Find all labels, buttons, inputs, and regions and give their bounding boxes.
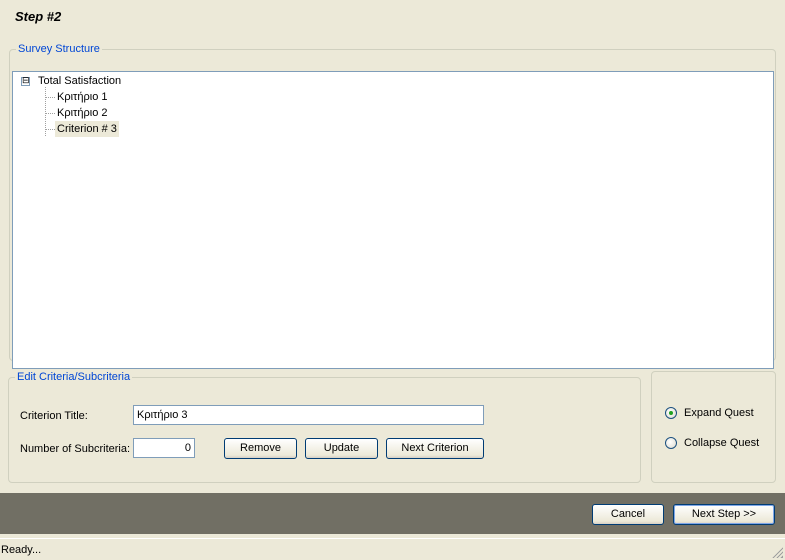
tree-child-label: Κριτήριο 2 <box>57 107 108 119</box>
tree-root-label: Total Satisfaction <box>38 75 122 87</box>
view-options-group: Expand Quest Collapse Quest <box>651 371 776 483</box>
criterion-title-label: Criterion Title: <box>20 410 88 422</box>
remove-button[interactable]: Remove <box>224 438 297 459</box>
expand-quest-label: Expand Quest <box>684 407 754 419</box>
page-title: Step #2 <box>15 9 62 24</box>
status-bar: Ready... <box>0 538 785 560</box>
survey-structure-group: Survey Structure ⊟ Total Satisfaction Κρ… <box>9 43 776 369</box>
button-bar: Cancel Next Step >> <box>0 493 785 534</box>
num-subcriteria-label: Number of Subcriteria: <box>20 443 131 455</box>
tree-child-node-selected[interactable]: Criterion # 3 <box>55 121 119 137</box>
tree-root-node[interactable]: Total Satisfaction <box>38 73 121 89</box>
tree-child-node[interactable]: Κριτήριο 1 <box>57 89 108 105</box>
edit-criteria-group: Edit Criteria/Subcriteria Criterion Titl… <box>8 371 641 483</box>
num-subcriteria-input[interactable]: 0 <box>133 438 195 458</box>
survey-tree[interactable]: ⊟ Total Satisfaction Κριτήριο 1 Κριτήριο… <box>12 71 774 369</box>
next-step-button[interactable]: Next Step >> <box>673 504 775 525</box>
update-button[interactable]: Update <box>305 438 378 459</box>
resize-grip-icon[interactable] <box>771 546 783 558</box>
tree-connector <box>46 97 55 98</box>
status-text: Ready... <box>1 544 42 556</box>
collapse-quest-label: Collapse Quest <box>684 437 760 449</box>
tree-child-label: Criterion # 3 <box>57 123 117 135</box>
expand-quest-radio[interactable] <box>665 407 677 419</box>
tree-connector <box>46 113 55 114</box>
criterion-title-input[interactable]: Κριτήριο 3 <box>133 405 484 425</box>
tree-child-node[interactable]: Κριτήριο 2 <box>57 105 108 121</box>
collapse-node-icon[interactable]: ⊟ <box>21 77 30 86</box>
survey-structure-legend: Survey Structure <box>18 43 100 55</box>
tree-child-label: Κριτήριο 1 <box>57 91 108 103</box>
next-criterion-button[interactable]: Next Criterion <box>386 438 484 459</box>
edit-criteria-legend: Edit Criteria/Subcriteria <box>17 371 131 383</box>
tree-connector <box>46 129 55 130</box>
cancel-button[interactable]: Cancel <box>592 504 664 525</box>
collapse-quest-radio[interactable] <box>665 437 677 449</box>
